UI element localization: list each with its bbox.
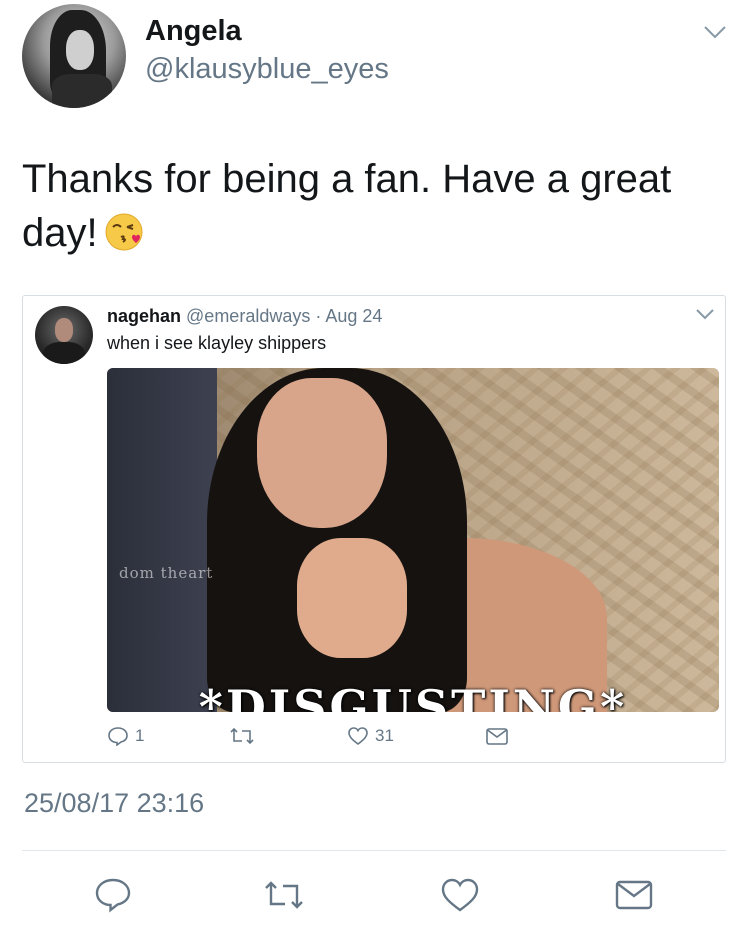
retweet-icon	[230, 727, 254, 745]
chevron-down-icon[interactable]	[703, 24, 727, 40]
tweet-timestamp[interactable]: 25/08/17 23:16	[24, 788, 204, 819]
quoted-reply-button[interactable]: 1	[107, 726, 144, 746]
tweet-text: Thanks for being a fan. Have a great day…	[22, 152, 732, 260]
reply-icon	[108, 727, 128, 746]
image-watermark: dom theart	[119, 564, 214, 582]
reply-icon	[95, 878, 131, 913]
quoted-author-handle[interactable]: @emeraldways	[186, 306, 310, 326]
image-caption: *DISGUSTING*	[198, 680, 628, 712]
quoted-retweet-button[interactable]	[229, 726, 255, 746]
face-blowing-kiss-icon	[104, 212, 144, 252]
quoted-tweet-header: nagehan @emeraldways · Aug 24	[107, 306, 382, 327]
author-name[interactable]: Angela	[145, 15, 242, 48]
quoted-message-button[interactable]	[485, 726, 509, 746]
quoted-author-name[interactable]: nagehan	[107, 306, 181, 326]
like-icon	[441, 878, 479, 912]
author-avatar[interactable]	[22, 4, 126, 108]
retweet-icon	[265, 881, 303, 909]
divider	[22, 850, 726, 851]
like-count: 31	[375, 726, 394, 745]
chevron-down-icon[interactable]	[695, 308, 715, 321]
reply-count: 1	[135, 726, 145, 745]
retweet-button[interactable]	[262, 873, 306, 917]
quoted-tweet-actions: 1 31	[107, 726, 527, 752]
like-button[interactable]	[438, 873, 482, 917]
like-icon	[348, 727, 368, 746]
quoted-tweet-date[interactable]: Aug 24	[325, 306, 382, 326]
quoted-tweet-card[interactable]: nagehan @emeraldways · Aug 24 when i see…	[22, 295, 726, 763]
meta-separator: ·	[310, 306, 326, 326]
quoted-like-button[interactable]: 31	[347, 726, 394, 746]
message-button[interactable]	[612, 873, 656, 917]
message-icon	[615, 880, 653, 910]
quoted-tweet-text: when i see klayley shippers	[107, 333, 327, 353]
message-icon	[486, 728, 508, 745]
reply-button[interactable]	[91, 873, 135, 917]
quoted-tweet-image[interactable]: dom theart *DISGUSTING*	[107, 368, 719, 712]
author-handle[interactable]: @klausyblue_eyes	[145, 53, 389, 86]
quoted-author-avatar[interactable]	[35, 306, 93, 364]
